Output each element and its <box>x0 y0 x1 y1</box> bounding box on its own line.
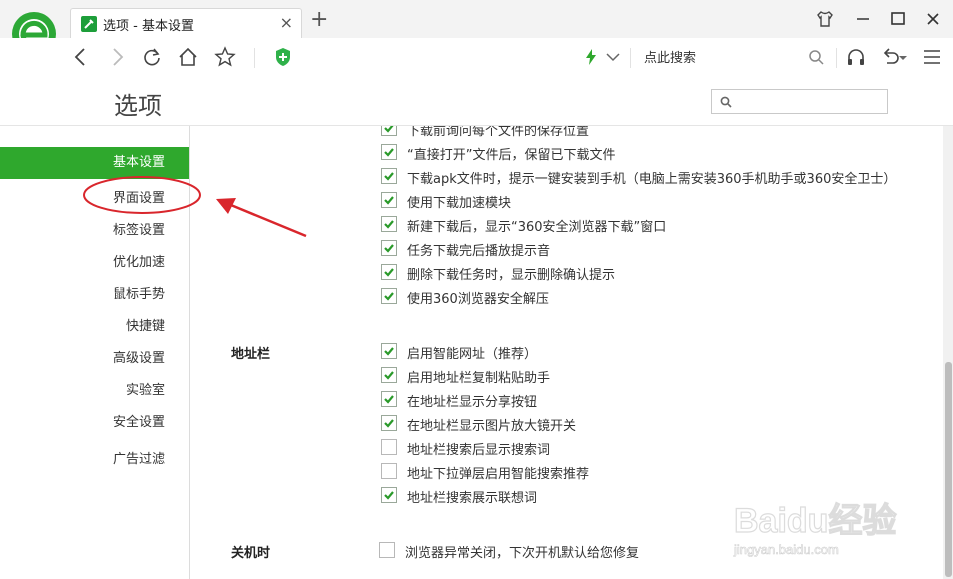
option-label: 地址栏搜索后显示搜索词 <box>407 443 551 458</box>
menu-icon[interactable] <box>921 46 943 68</box>
option-label: 使用下载加速模块 <box>407 196 512 211</box>
shirt-skin-icon[interactable] <box>814 8 836 30</box>
sidebar-item-lab[interactable]: 实验室 <box>126 379 165 398</box>
lightning-icon[interactable] <box>580 46 602 68</box>
settings-search-box[interactable] <box>711 89 888 114</box>
sidebar-item-mouse-gestures[interactable]: 鼠标手势 <box>113 283 165 302</box>
toolbar-separator <box>836 48 837 68</box>
close-icon[interactable] <box>922 8 944 30</box>
maximize-icon[interactable] <box>887 8 909 30</box>
minimize-icon[interactable] <box>852 8 874 30</box>
checkbox[interactable] <box>381 367 397 383</box>
content-scrollbar[interactable] <box>943 126 953 579</box>
shield-plus-icon[interactable] <box>272 46 294 68</box>
sidebar-item-interface-settings[interactable]: 界面设置 <box>113 187 165 206</box>
toolbar-separator <box>254 48 255 68</box>
option-label: 地址栏搜索展示联想词 <box>407 491 538 506</box>
forward-icon[interactable] <box>106 46 128 68</box>
option-label: 浏览器异常关闭，下次开机默认给您修复 <box>405 546 640 561</box>
checkbox[interactable] <box>381 126 397 136</box>
tab-close-button[interactable]: × <box>280 13 293 32</box>
baidu-watermark: Baidu经验 jingyan.baidu.com <box>733 500 897 557</box>
option-label: 下载apk文件时，提示一键安装到手机（电脑上需安装360手机助手或360安全卫士… <box>407 172 897 187</box>
watermark-url: jingyan.baidu.com <box>733 542 839 557</box>
toolbar-separator <box>630 48 631 68</box>
home-icon[interactable] <box>177 46 199 68</box>
scrollbar-thumb[interactable] <box>945 362 952 577</box>
option-label: 启用地址栏复制粘贴助手 <box>407 371 551 386</box>
tab-favicon <box>81 16 97 32</box>
checkbox[interactable] <box>381 192 397 208</box>
chevron-down-icon[interactable] <box>602 46 624 68</box>
browser-chrome: 选项 - 基本设置 × + 点此搜索 <box>0 0 953 76</box>
checkbox[interactable] <box>381 168 397 184</box>
option-label: 启用智能网址（推荐） <box>407 347 538 362</box>
back-icon[interactable] <box>70 46 92 68</box>
settings-sidebar: 基本设置 界面设置 标签设置 优化加速 鼠标手势 快捷键 高级设置 实验室 安全… <box>0 126 190 579</box>
headset-icon[interactable] <box>845 46 867 68</box>
refresh-icon[interactable] <box>141 46 163 68</box>
sidebar-item-basic-settings[interactable]: 基本设置 <box>0 147 189 179</box>
page-title: 选项 <box>114 92 162 120</box>
sidebar-item-advanced[interactable]: 高级设置 <box>113 347 165 366</box>
navigation-toolbar: 点此搜索 <box>0 38 953 76</box>
checkbox[interactable] <box>381 487 397 503</box>
sidebar-item-security[interactable]: 安全设置 <box>113 411 165 430</box>
checkbox[interactable] <box>381 391 397 407</box>
checkbox[interactable] <box>381 463 397 479</box>
option-label: 任务下载完后播放提示音 <box>407 244 551 259</box>
checkbox[interactable] <box>381 288 397 304</box>
sidebar-item-ad-filter[interactable]: 广告过滤 <box>113 448 165 467</box>
search-icon[interactable] <box>805 46 827 68</box>
section-label-address-bar: 地址栏 <box>231 347 271 362</box>
search-engine-prompt[interactable]: 点此搜索 <box>644 47 696 66</box>
undo-dropdown-icon[interactable] <box>896 46 910 68</box>
checkbox[interactable] <box>381 264 397 280</box>
settings-search-input[interactable] <box>738 92 882 111</box>
checkbox[interactable] <box>379 542 395 558</box>
tab-title: 选项 - 基本设置 <box>103 19 194 34</box>
option-label: 删除下载任务时，显示删除确认提示 <box>407 268 616 283</box>
option-label: 地址下拉弹层启用智能搜索推荐 <box>407 467 590 482</box>
option-label: 下载前询问每个文件的保存位置 <box>407 126 590 139</box>
sidebar-item-optimization[interactable]: 优化加速 <box>113 251 165 270</box>
active-tab[interactable]: 选项 - 基本设置 × <box>70 8 302 38</box>
checkbox[interactable] <box>381 144 397 160</box>
checkbox[interactable] <box>381 439 397 455</box>
watermark-brand: Baidu经验 <box>734 501 896 540</box>
section-label-on-close: 关机时 <box>231 546 271 561</box>
search-icon <box>720 96 732 108</box>
option-label: 在地址栏显示图片放大镜开关 <box>407 419 577 434</box>
sidebar-item-shortcuts[interactable]: 快捷键 <box>126 315 165 334</box>
checkbox[interactable] <box>381 240 397 256</box>
checkbox[interactable] <box>381 343 397 359</box>
new-tab-button[interactable]: + <box>310 9 328 31</box>
option-label: 使用360浏览器安全解压 <box>407 292 549 307</box>
checkbox[interactable] <box>381 216 397 232</box>
sidebar-item-tab-settings[interactable]: 标签设置 <box>113 219 165 238</box>
option-label: 在地址栏显示分享按钮 <box>407 395 538 410</box>
option-label: “直接打开”文件后，保留已下载文件 <box>407 148 616 163</box>
checkbox[interactable] <box>381 415 397 431</box>
star-icon[interactable] <box>214 46 236 68</box>
option-label: 新建下载后，显示“360安全浏览器下载”窗口 <box>407 220 667 235</box>
